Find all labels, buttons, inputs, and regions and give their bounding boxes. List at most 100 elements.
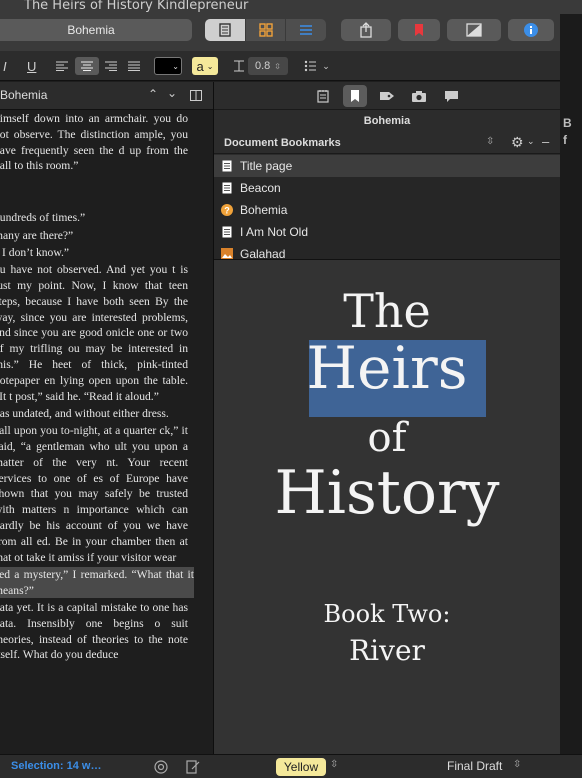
preview-river: River: [349, 634, 425, 667]
label-value: Yellow: [283, 760, 319, 774]
tab-snapshots[interactable]: [407, 85, 431, 107]
underline-button[interactable]: U: [27, 57, 36, 75]
list-item[interactable]: ? Bohemia: [214, 199, 560, 221]
list-icon: [305, 60, 317, 72]
align-center-icon: [81, 61, 93, 71]
bookmark-list: Title page Beacon ? Bohemia I Am Not Old…: [214, 155, 560, 259]
line-spacing-icon: [233, 57, 245, 75]
document-icon: [221, 160, 233, 172]
chevron-down-icon[interactable]: ⌄: [167, 86, 177, 100]
text-paragraph: data yet. It is a capital mistake to one…: [0, 600, 188, 662]
document-name-field[interactable]: Bohemia: [0, 19, 192, 41]
status-selector[interactable]: Final Draft: [447, 759, 502, 773]
tab-metadata[interactable]: [375, 85, 399, 107]
preview-book-two: Book Two:: [323, 600, 451, 628]
document-icon: [221, 226, 233, 238]
align-center-button[interactable]: [75, 57, 99, 75]
text-paragraph: ”: [0, 193, 188, 209]
text-paragraph: ou have not observed. And yet you t is j…: [0, 263, 188, 403]
list-menu-button[interactable]: ⌄: [302, 57, 332, 75]
list-item[interactable]: Title page: [214, 155, 560, 177]
image-icon: [221, 248, 233, 259]
text-color-picker[interactable]: ⌄: [154, 57, 182, 75]
bookmarks-header: Document Bookmarks ⇳ ⚙ ⌄ –: [214, 132, 560, 154]
editor-text[interactable]: himself down into an armchair. you do no…: [0, 111, 207, 754]
gear-icon[interactable]: ⚙: [511, 134, 524, 151]
inspector-button[interactable]: [508, 19, 554, 41]
remove-bookmark-button[interactable]: –: [542, 134, 549, 149]
highlighted-paragraph: eed a mystery,” I remarked. “What that i…: [0, 566, 194, 599]
list-item[interactable]: I Am Not Old: [214, 221, 560, 243]
text-paragraph: vas undated, and without either dress.: [0, 406, 169, 420]
document-view-button[interactable]: [205, 19, 246, 41]
info-icon: [524, 23, 538, 37]
text-paragraph: himself down into an armchair. you do no…: [0, 112, 188, 173]
corkboard-view-button[interactable]: [246, 19, 287, 41]
text-paragraph: ” I don’t know.”: [0, 245, 70, 259]
chevron-down-icon[interactable]: ⌄: [527, 136, 535, 147]
quicklook-icon: [466, 23, 482, 37]
bookmarks-section-title[interactable]: Document Bookmarks: [224, 137, 341, 149]
chevron-up-icon[interactable]: ⌃: [148, 87, 158, 101]
tab-notes[interactable]: [311, 85, 335, 107]
tab-bookmarks[interactable]: [343, 85, 367, 107]
document-icon: [221, 182, 233, 194]
background-window-text: B: [563, 116, 572, 130]
target-icon[interactable]: [154, 760, 168, 774]
status-bar: Selection: 14 w… Yellow ⇳ Final Draft ⇳: [0, 754, 582, 778]
align-left-icon: [56, 61, 68, 71]
share-icon: [360, 22, 372, 38]
chevron-down-icon: ⌄: [322, 60, 330, 71]
notepad-icon: [317, 90, 329, 103]
split-editor-icon[interactable]: [190, 90, 202, 101]
outline-view-button[interactable]: [286, 19, 326, 41]
bookmark-icon: [351, 90, 359, 102]
bookmark-toolbar-button[interactable]: [398, 19, 440, 41]
preview-title-history: History: [274, 458, 500, 528]
align-right-button[interactable]: [104, 57, 118, 75]
highlight-color-picker[interactable]: a ⌄: [192, 57, 218, 75]
align-left-button[interactable]: [55, 57, 69, 75]
chevron-down-icon: ⌄: [206, 61, 214, 71]
justify-icon: [128, 61, 140, 71]
list-item[interactable]: Beacon: [214, 177, 560, 199]
preview-title-heirs: Heirs: [306, 334, 468, 402]
text-paragraph: call upon you to-night, at a quarter ck,…: [0, 424, 188, 564]
italic-button[interactable]: I: [3, 57, 7, 75]
label-selector[interactable]: Yellow: [276, 758, 326, 776]
camera-icon: [412, 90, 426, 102]
window-title: The Heirs of History Kindlepreneur: [24, 0, 249, 13]
bookmark-icon: [415, 24, 423, 36]
compose-icon[interactable]: [186, 759, 200, 774]
tab-comments[interactable]: [439, 85, 463, 107]
align-right-icon: [105, 61, 117, 71]
main-toolbar: Bohemia: [0, 14, 582, 51]
stepper-icon[interactable]: ⇳: [513, 759, 521, 770]
inspector-tabs: [214, 82, 560, 110]
line-spacing-field[interactable]: 0.8 ⇳: [248, 57, 288, 75]
chevron-down-icon: ⌄: [172, 61, 179, 71]
highlight-letter: a: [196, 58, 204, 74]
title-bar: The Heirs of History Kindlepreneur: [0, 0, 582, 14]
outline-icon: [300, 25, 313, 35]
document-icon: [219, 23, 231, 37]
view-mode-selector: [205, 19, 326, 41]
bookmark-label: Bohemia: [240, 203, 288, 217]
stepper-icon[interactable]: ⇳: [486, 136, 494, 147]
selection-count: Selection: 14 w…: [11, 760, 102, 772]
tag-icon: [380, 92, 394, 100]
preview-title-the: The: [343, 284, 431, 338]
text-paragraph: ’: [0, 176, 188, 192]
inspector-title: Bohemia: [363, 115, 411, 127]
stepper-icon[interactable]: ⇳: [330, 759, 338, 770]
quicklook-button[interactable]: [447, 19, 501, 41]
question-icon: ?: [221, 204, 233, 216]
bookmark-preview: The Heirs of History Book Two: River: [214, 259, 560, 754]
comment-icon: [444, 90, 458, 102]
background-window-text: f: [563, 133, 567, 147]
justify-button[interactable]: [127, 57, 141, 75]
bookmark-label: Galahad: [240, 247, 286, 259]
bookmark-label: Beacon: [240, 181, 281, 195]
share-button[interactable]: [341, 19, 391, 41]
list-item[interactable]: Galahad: [214, 243, 560, 259]
